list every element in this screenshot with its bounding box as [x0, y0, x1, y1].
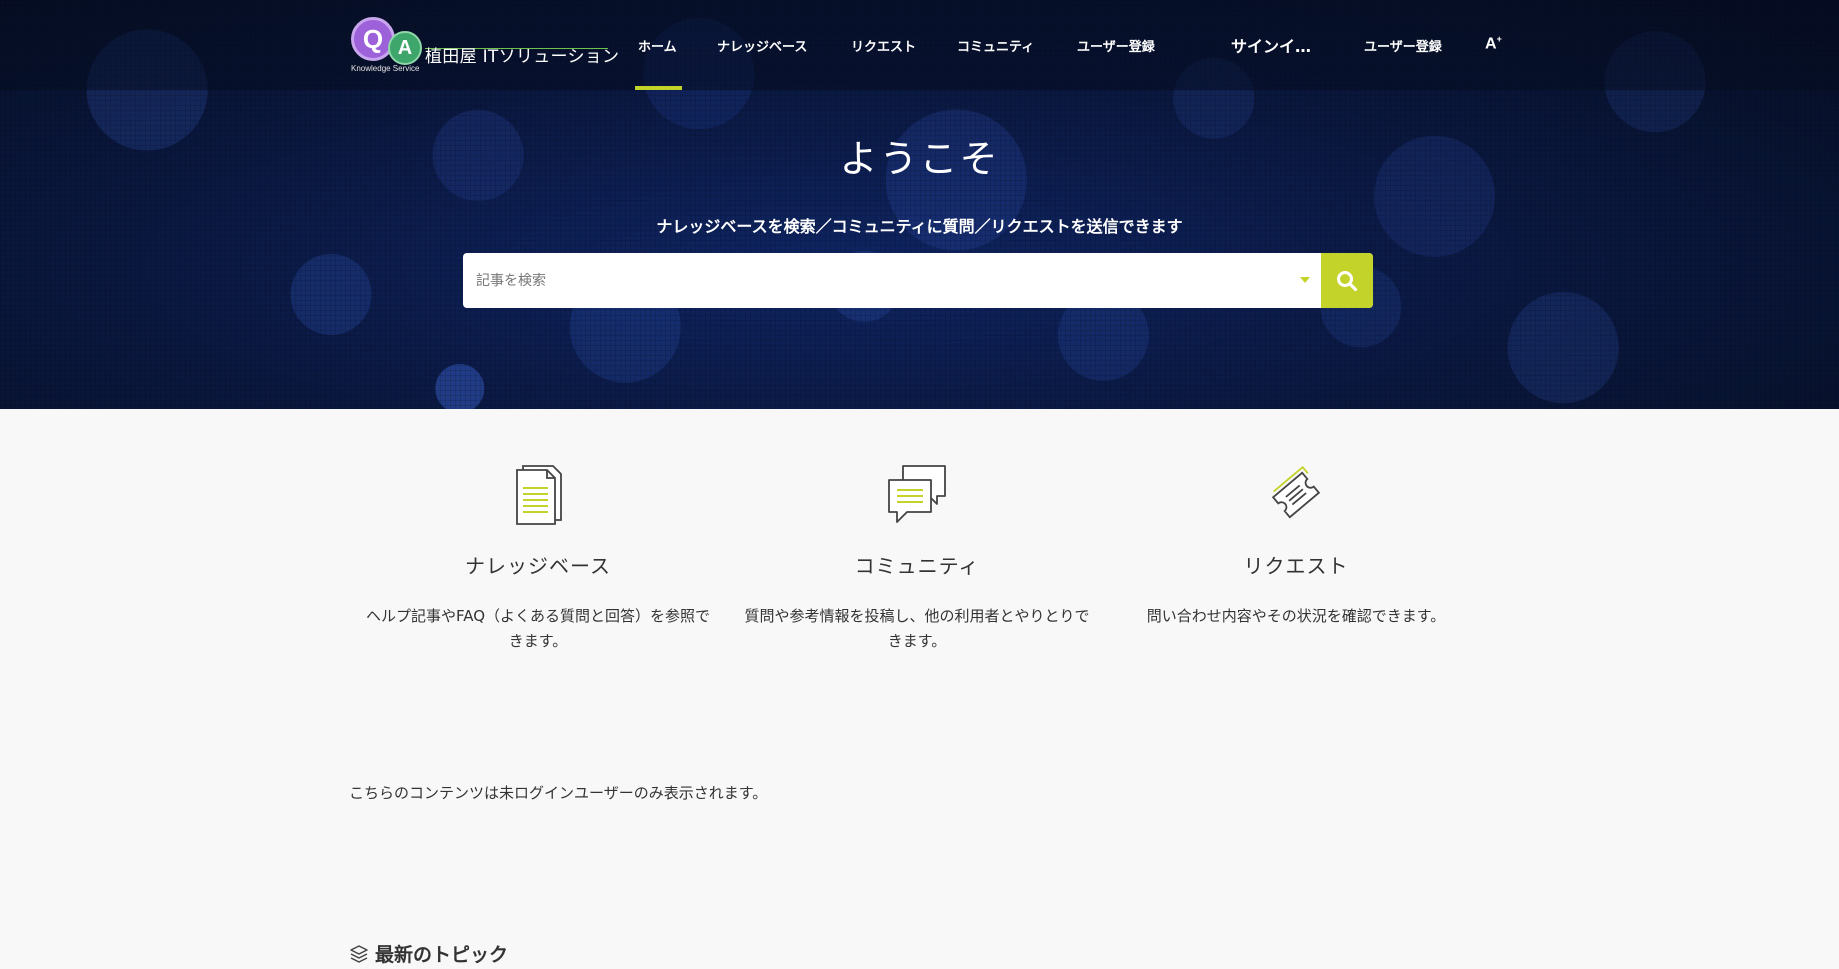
chat-bubbles-icon [888, 465, 946, 523]
nav-user-register[interactable]: ユーザー登録 [1077, 36, 1155, 55]
sign-in-link[interactable]: サインイ… [1231, 33, 1311, 57]
feature-description: 問い合わせ内容やその状況を確認できます。 [1146, 607, 1446, 625]
feature-title: リクエスト [1243, 554, 1349, 578]
document-icon [516, 465, 562, 525]
nav-active-indicator [635, 86, 682, 90]
hero-title: ようこそ [839, 137, 1000, 181]
feature-request[interactable]: リクエスト 問い合わせ内容やその状況を確認できます。 [1116, 462, 1476, 629]
latest-topics-title: 最新のトピック [375, 944, 509, 966]
search-input[interactable] [463, 253, 1318, 308]
feature-title: ナレッジベース [465, 554, 611, 578]
logo-subtitle: Knowledge Service [351, 64, 420, 73]
feature-description: ヘルプ記事やFAQ（よくある質問と回答）を参照できます。 [365, 607, 711, 650]
search-box [463, 253, 1373, 308]
ticket-icon [1271, 465, 1321, 519]
feature-community[interactable]: コミュニティ 質問や参考情報を投稿し、他の利用者とやりとりできます。 [737, 462, 1097, 654]
site-header: Q A Knowledge Service 植田屋 ITソリューション ホーム … [0, 0, 1839, 90]
text-size-plus: + [1496, 34, 1502, 44]
user-register-link[interactable]: ユーザー登録 [1364, 36, 1442, 55]
layers-icon [350, 944, 368, 963]
logo-a-badge: A [388, 31, 422, 65]
search-icon [1337, 270, 1358, 291]
feature-description: 質問や参考情報を投稿し、他の利用者とやりとりできます。 [744, 607, 1090, 650]
latest-topics-header: 最新のトピック [349, 940, 508, 967]
nav-home[interactable]: ホーム [638, 36, 677, 55]
nav-request[interactable]: リクエスト [851, 36, 916, 55]
nav-knowledge-base[interactable]: ナレッジベース [717, 36, 807, 55]
hero-subtitle: ナレッジベースを検索／コミュニティに質問／リクエストを送信できます [656, 217, 1183, 236]
feature-knowledge-base[interactable]: ナレッジベース ヘルプ記事やFAQ（よくある質問と回答）を参照できます。 [358, 462, 718, 654]
chevron-down-icon[interactable] [1300, 277, 1310, 283]
search-button[interactable] [1321, 253, 1373, 308]
nav-community[interactable]: コミュニティ [957, 36, 1034, 55]
text-size-icon[interactable]: A+ [1485, 34, 1502, 53]
guest-notice: こちらのコンテンツは未ログインユーザーのみ表示されます。 [349, 784, 768, 802]
logo-title: 植田屋 ITソリューション [425, 47, 620, 67]
feature-title: コミュニティ [854, 554, 980, 578]
site-logo[interactable]: Q A Knowledge Service 植田屋 ITソリューション [349, 14, 619, 76]
text-size-label: A [1485, 35, 1497, 53]
